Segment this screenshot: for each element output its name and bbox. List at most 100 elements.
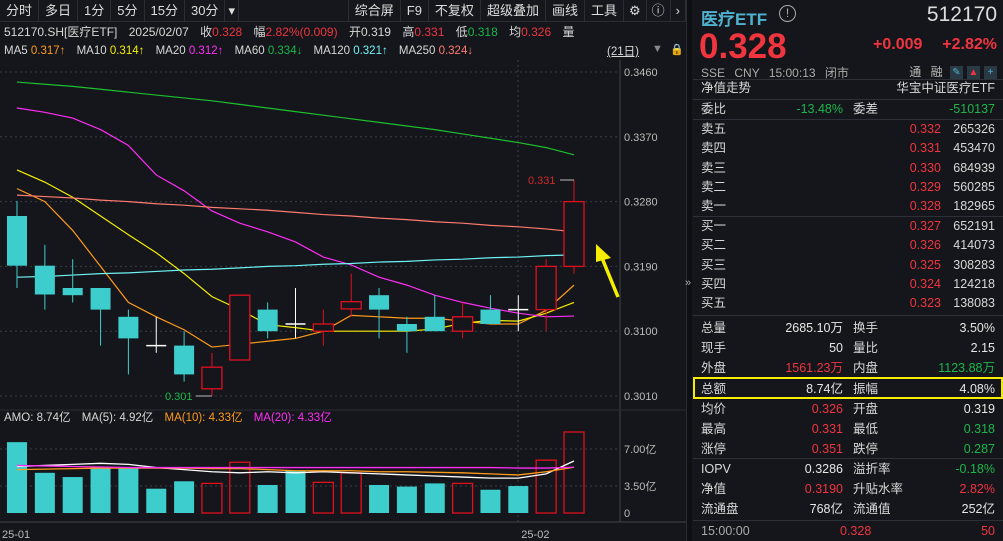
candle-body <box>424 316 445 332</box>
price-tick-label: 0.3370 <box>624 132 658 144</box>
level-volume: 684939 <box>953 160 995 175</box>
weibi-row: 委比 -13.48% 委差 -510137 <box>693 100 1003 119</box>
level-volume: 138083 <box>953 296 995 311</box>
amo-ma20-label: MA(20): <box>253 412 295 424</box>
stat-label: IOPV <box>701 462 731 476</box>
stat-value: -0.18% <box>955 462 995 476</box>
exchange: SSE <box>701 66 726 80</box>
stat-value: 0.287 <box>963 442 995 457</box>
collapse-panel-icon[interactable]: » <box>685 277 693 289</box>
quote-time: 15:00:13 <box>768 66 816 80</box>
stat-row: IOPV 0.3286 溢折率 -0.18% <box>693 460 1003 479</box>
annotation-arrow-icon <box>600 257 620 298</box>
amo-ma5-label: MA(5): <box>81 412 117 424</box>
order-book-row: 卖三 0.330 684939 <box>693 159 1003 178</box>
volume-bar <box>451 482 474 514</box>
ma250-line <box>16 194 575 233</box>
order-book-row: 卖二 0.329 560285 <box>693 178 1003 197</box>
amo-legend: AMO: 8.74亿 MA(5): 4.92亿 MA(10): 4.33亿 MA… <box>4 410 332 427</box>
stat-value: 0.3286 <box>804 462 843 476</box>
volume-tick-label: 0 <box>624 508 630 520</box>
fund-name: 华宝中证医疗ETF <box>896 81 995 95</box>
info-icon[interactable]: ! <box>779 5 796 22</box>
amo-value: 8.74亿 <box>36 412 71 424</box>
level-price: 0.329 <box>909 179 941 194</box>
candle-body <box>369 295 390 310</box>
stat-value: 1123.88万 <box>938 361 995 376</box>
order-book-row: 买二 0.326 414073 <box>693 236 1003 255</box>
plus-icon[interactable]: + <box>984 66 997 80</box>
price-tick-label: 0.3460 <box>624 67 658 79</box>
volume-bar <box>480 489 501 513</box>
date-label: 25-01 <box>2 529 30 541</box>
nav-trend-link[interactable]: 净值走势 <box>701 79 751 98</box>
candle-body <box>535 265 557 311</box>
level-price: 0.326 <box>909 238 941 253</box>
level-label: 买五 <box>701 296 727 311</box>
stat-value: 768亿 <box>809 502 843 517</box>
stat-label: 开盘 <box>853 401 879 416</box>
candle-body <box>480 309 501 324</box>
stat-value: 0.331 <box>811 422 843 436</box>
currency: CNY <box>734 66 760 80</box>
level-price: 0.328 <box>909 199 941 214</box>
price-tick-label: 0.3100 <box>624 326 658 338</box>
volume-bar <box>146 488 167 513</box>
stat-label: 换手 <box>853 321 879 335</box>
level-price: 0.330 <box>909 160 941 175</box>
kline-chart[interactable]: 0.34600.33700.32800.31900.31000.30107.00… <box>0 0 686 541</box>
bell-icon[interactable]: ▲ <box>967 66 980 80</box>
market-state: 闭市 <box>824 66 849 80</box>
stat-value: 50 <box>829 341 843 356</box>
pencil-icon[interactable]: ✎ <box>950 66 963 80</box>
amo-ma5-value: 4.92亿 <box>119 412 154 424</box>
tick-row: 15:00:00 0.328 50 <box>693 522 1003 541</box>
stat-row: 涨停 0.351 跌停 0.287 <box>693 440 1003 459</box>
date-label: 25-02 <box>521 529 549 541</box>
stat-label: 外盘 <box>701 361 727 376</box>
stat-label: 跌停 <box>853 442 879 457</box>
stat-value: 0.318 <box>963 422 995 436</box>
candle-body <box>118 316 139 339</box>
order-book-row: 买五 0.323 138083 <box>693 294 1003 313</box>
amo-ma20-value: 4.33亿 <box>297 412 332 424</box>
price-tick-label: 0.3010 <box>624 391 658 403</box>
order-book-row: 买一 0.327 652191 <box>693 217 1003 236</box>
volume-bar <box>62 477 83 513</box>
candle-body <box>229 294 251 361</box>
stat-label: 均价 <box>701 401 727 416</box>
volume-bar <box>257 484 278 513</box>
high-marker-label: 0.331 <box>528 175 556 187</box>
tag-rong: 融 <box>930 65 943 79</box>
price-change: +0.009 <box>873 36 923 53</box>
stat-row: 流通盘 768亿 流通值 252亿 <box>693 500 1003 519</box>
tick-time: 15:00:00 <box>701 524 750 538</box>
level-label: 卖一 <box>701 199 727 214</box>
order-book-row: 买四 0.324 124218 <box>693 275 1003 294</box>
level-volume: 652191 <box>953 219 995 233</box>
level-price: 0.323 <box>909 296 941 311</box>
volume-bar <box>174 481 195 513</box>
candle-body <box>174 345 195 375</box>
candle-body <box>90 288 111 310</box>
level-label: 卖三 <box>701 160 727 175</box>
volume-bar <box>369 484 390 513</box>
volume-bar <box>508 486 529 513</box>
panel-divider[interactable] <box>686 0 692 541</box>
nav-trend-row[interactable]: 净值走势 华宝中证医疗ETF <box>693 79 1003 98</box>
candle-body <box>201 366 223 390</box>
candle-body <box>340 301 362 310</box>
stat-value: 0.3190 <box>804 482 843 497</box>
level-volume: 414073 <box>953 238 995 253</box>
volume-bar <box>285 470 306 513</box>
volume-tick-label: 7.00亿 <box>624 443 656 456</box>
stat-row: 总量 2685.10万 换手 3.50% <box>693 319 1003 338</box>
volume-bar <box>396 486 417 513</box>
stat-label: 溢折率 <box>853 462 891 476</box>
stat-label: 总量 <box>701 321 727 335</box>
order-book-row: 卖一 0.328 182965 <box>693 197 1003 216</box>
candle-body <box>396 324 417 332</box>
stat-row: 外盘 1561.23万 内盘 1123.88万 <box>693 359 1003 378</box>
amo-ma10-label: MA(10): <box>164 412 206 424</box>
weibi-label: 委比 <box>701 102 727 116</box>
